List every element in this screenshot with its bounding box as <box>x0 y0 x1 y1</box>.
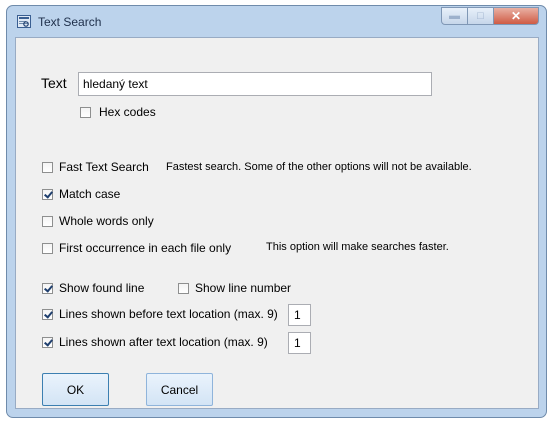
whole-words-option[interactable]: Whole words only <box>42 214 154 228</box>
lines-after-input[interactable] <box>288 332 311 354</box>
show-line-number-label: Show line number <box>195 281 292 295</box>
whole-words-label: Whole words only <box>59 214 154 228</box>
fast-text-search-label: Fast Text Search <box>59 160 149 174</box>
app-icon <box>17 15 31 28</box>
title-bar[interactable]: Text Search ▬ □ ✕ <box>7 6 546 36</box>
fast-text-search-checkbox[interactable] <box>42 161 53 173</box>
match-case-label: Match case <box>59 187 121 201</box>
hex-codes-option[interactable]: Hex codes <box>80 105 156 119</box>
show-found-line-label: Show found line <box>59 281 145 295</box>
cancel-button-label: Cancel <box>160 382 199 397</box>
whole-words-checkbox[interactable] <box>42 215 53 227</box>
close-icon: ✕ <box>510 9 522 23</box>
search-text-label: Text <box>41 75 67 91</box>
first-occurrence-label: First occurrence in each file only <box>59 241 232 255</box>
lines-after-option[interactable]: Lines shown after text location (max. 9) <box>42 335 268 349</box>
ok-button[interactable]: OK <box>42 373 109 406</box>
lines-before-label: Lines shown before text location (max. 9… <box>59 307 278 321</box>
first-occurrence-option[interactable]: First occurrence in each file only <box>42 241 231 255</box>
ok-button-label: OK <box>66 382 85 397</box>
maximize-icon: □ <box>477 9 484 22</box>
lines-before-input[interactable] <box>288 304 311 326</box>
dialog-window: Text Search ▬ □ ✕ <box>6 5 547 418</box>
close-button[interactable]: ✕ <box>494 7 539 25</box>
window-title: Text Search <box>38 15 102 29</box>
lines-after-label: Lines shown after text location (max. 9) <box>59 335 268 349</box>
lines-before-option[interactable]: Lines shown before text location (max. 9… <box>42 307 278 321</box>
minimize-button[interactable]: ▬ <box>441 7 468 25</box>
show-line-number-checkbox[interactable] <box>178 282 189 294</box>
search-text-input[interactable] <box>78 72 432 96</box>
fast-text-search-option[interactable]: Fast Text Search <box>42 160 149 174</box>
lines-after-checkbox[interactable] <box>42 336 53 348</box>
match-case-checkbox[interactable] <box>42 188 53 200</box>
lines-before-checkbox[interactable] <box>42 308 53 320</box>
minimize-icon: ▬ <box>449 9 460 22</box>
show-found-line-checkbox[interactable] <box>42 282 53 294</box>
show-line-number-option[interactable]: Show line number <box>178 281 291 295</box>
first-occurrence-hint: This option will make searches faster. <box>266 241 449 253</box>
hex-codes-checkbox[interactable] <box>80 106 91 118</box>
first-occurrence-checkbox[interactable] <box>42 242 53 254</box>
cancel-button[interactable]: Cancel <box>146 373 213 406</box>
match-case-option[interactable]: Match case <box>42 187 120 201</box>
maximize-button[interactable]: □ <box>468 7 494 25</box>
show-found-line-option[interactable]: Show found line <box>42 281 144 295</box>
hex-codes-label: Hex codes <box>99 105 156 119</box>
caption-buttons: ▬ □ ✕ <box>441 7 539 26</box>
fast-text-search-hint: Fastest search. Some of the other option… <box>166 161 472 173</box>
